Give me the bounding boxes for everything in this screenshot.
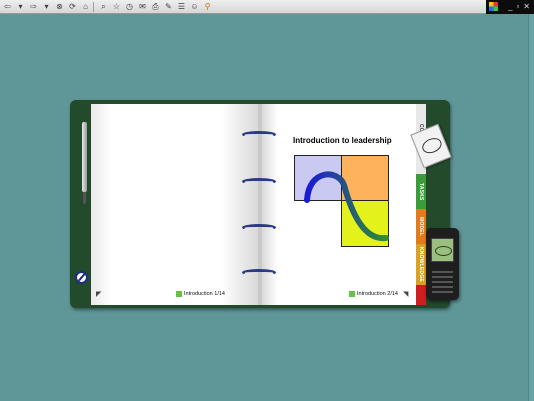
binder-ring (242, 131, 276, 138)
binder-ring (242, 178, 276, 185)
tab-tasks[interactable]: TASKS (416, 174, 426, 209)
research-icon[interactable]: ⚲ (202, 1, 213, 12)
minimize-button[interactable]: _ (508, 2, 512, 12)
print-icon[interactable]: ⎙ (150, 1, 161, 12)
leadership-diagram (294, 155, 389, 247)
tab-red[interactable] (416, 285, 426, 305)
right-footer-label: Introduction 2/14 (357, 291, 398, 297)
search-icon[interactable]: ⌕ (98, 1, 109, 12)
right-page-footer: Introduction 2/14 (349, 291, 398, 297)
pen-icon (82, 122, 87, 204)
next-page-corner-icon[interactable]: ◥ (403, 290, 408, 298)
refresh-icon[interactable]: ⟳ (67, 1, 78, 12)
binder-ring (242, 269, 276, 276)
mobile-phone[interactable] (426, 228, 459, 300)
binder-ring (242, 224, 276, 231)
left-footer-label: Introduction 1/14 (184, 291, 225, 297)
forward-arrow-icon[interactable]: ⇨ (28, 1, 39, 12)
maximize-button[interactable]: ▫ (516, 2, 519, 12)
tab-knowledge[interactable]: KNOWLEDGE (416, 244, 426, 285)
back-arrow-icon[interactable]: ⇦ (2, 1, 13, 12)
phone-screen (431, 238, 454, 262)
window-controls: _ ▫ ✕ (486, 0, 534, 14)
windows-logo-icon (489, 2, 498, 11)
edit-icon[interactable]: ✎ (163, 1, 174, 12)
discuss-icon[interactable]: ☰ (176, 1, 187, 12)
close-button[interactable]: ✕ (523, 2, 530, 12)
browser-toolbar: ⇦ ▾ ⇨ ▾ ⊗ ⟳ ⌂ ⌕ ☆ ◷ ✉ ⎙ ✎ ☰ ☺ ⚲ (0, 0, 534, 14)
stop-icon[interactable]: ⊗ (54, 1, 65, 12)
compass-icon[interactable] (75, 271, 88, 284)
home-icon[interactable]: ⌂ (80, 1, 91, 12)
dropdown-icon[interactable]: ▾ (15, 1, 26, 12)
footer-marker-icon (176, 291, 182, 297)
left-page-footer: Introduction 1/14 (176, 291, 225, 297)
dropdown-icon[interactable]: ▾ (41, 1, 52, 12)
footer-marker-icon (349, 291, 355, 297)
toolbar-separator (93, 1, 94, 12)
mail-icon[interactable]: ✉ (137, 1, 148, 12)
history-icon[interactable]: ◷ (124, 1, 135, 12)
previous-page-corner-icon[interactable]: ◤ (96, 290, 101, 298)
tab-model[interactable]: MODEL (416, 209, 426, 244)
phone-keypad (432, 268, 453, 294)
vertical-scrollbar[interactable] (528, 14, 534, 401)
left-page (91, 104, 258, 305)
favorites-icon[interactable]: ☆ (111, 1, 122, 12)
messenger-icon[interactable]: ☺ (189, 1, 200, 12)
page-title: Introduction to leadership (293, 136, 392, 145)
